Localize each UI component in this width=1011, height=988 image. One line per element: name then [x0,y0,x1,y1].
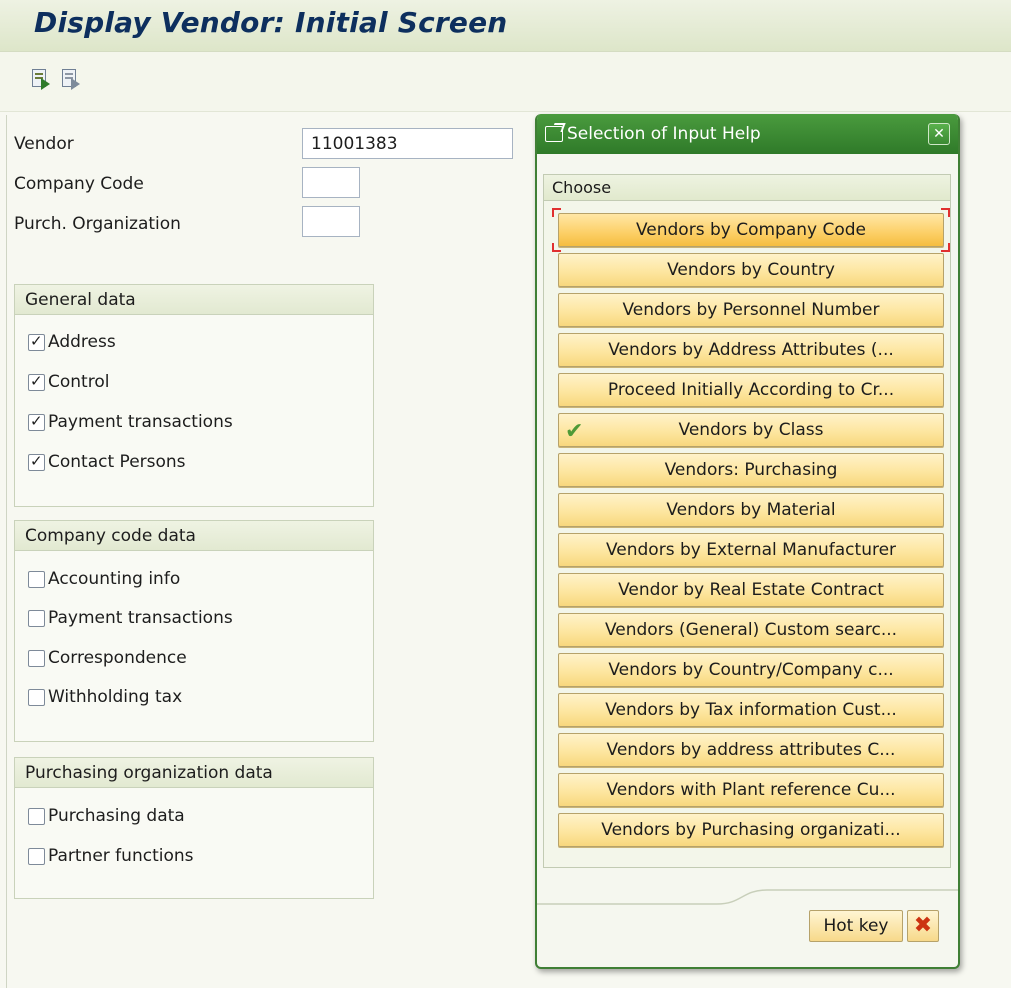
checkbox-box[interactable] [28,332,45,351]
checkbox-label: Withholding tax [48,687,183,707]
checkbox-label: Partner functions [48,846,194,866]
option-vendors-by-country[interactable]: Vendors by Country [558,253,944,287]
purchasing-org-data-title: Purchasing organization data [15,758,373,788]
page-title: Display Vendor: Initial Screen [34,6,508,39]
application-toolbar [0,52,1011,112]
checkbox-box[interactable] [28,452,45,471]
company-code-input[interactable] [302,167,360,198]
checkbox-label: Control [48,372,110,392]
general-data-title: General data [15,285,373,315]
checkbox-box[interactable] [28,688,45,706]
company-code-data-group: Company code data [14,520,374,742]
company-code-data-title: Company code data [15,521,373,551]
option-label: Vendors by Country [667,260,835,280]
option-proceed-initially[interactable]: Proceed Initially According to Cr... [558,373,944,407]
checkbox-box[interactable] [28,412,45,431]
checkbox-box[interactable] [28,847,45,865]
option-vendors-general-custom-search[interactable]: Vendors (General) Custom searc... [558,613,944,647]
option-label: Vendors by Tax information Cust... [605,700,897,720]
checkbox-label: Payment transactions [48,412,233,432]
checkbox-label: Correspondence [48,648,187,668]
checkbox-accounting-info[interactable]: Accounting info [28,569,180,589]
option-label: Vendor by Real Estate Contract [618,580,884,600]
option-vendors-by-purchasing-organization[interactable]: Vendors by Purchasing organizati... [558,813,944,847]
option-vendors-by-address-attributes[interactable]: Vendors by Address Attributes (... [558,333,944,367]
checkbox-label: Payment transactions [48,608,233,628]
checkbox-label: Accounting info [48,569,181,589]
cancel-icon[interactable]: ✖ [907,910,939,942]
checkbox-box[interactable] [28,649,45,667]
checkbox-partner-functions[interactable]: Partner functions [28,846,194,866]
vendor-label: Vendor [14,134,74,154]
checkbox-withholding-tax[interactable]: Withholding tax [28,687,182,707]
checkbox-control[interactable]: Control [28,372,109,392]
option-label: Vendors by address attributes C... [606,740,896,760]
option-label: Vendors: Purchasing [664,460,838,480]
title-bar: Display Vendor: Initial Screen [0,0,1011,52]
option-vendors-by-country-company[interactable]: Vendors by Country/Company c... [558,653,944,687]
option-label: Vendors by Class [678,420,824,440]
checkbox-purchasing-data[interactable]: Purchasing data [28,806,185,826]
option-vendors-by-personnel-number[interactable]: Vendors by Personnel Number [558,293,944,327]
checkbox-box[interactable] [28,372,45,391]
option-vendors-by-address-attributes-custom[interactable]: Vendors by address attributes C... [558,733,944,767]
checkbox-box[interactable] [28,807,45,825]
option-label: Vendors by Address Attributes (... [608,340,894,360]
vendor-input[interactable]: 11001383 [302,128,513,159]
input-help-dialog: Selection of Input Help ✕ Choose Vendors… [535,114,960,969]
option-vendors-with-plant-reference[interactable]: Vendors with Plant reference Cu... [558,773,944,807]
purch-org-label: Purch. Organization [14,214,181,234]
choose-frame: Choose Vendors by Company Code Vendors b… [543,174,951,868]
hot-key-button[interactable]: Hot key [809,910,903,942]
execute-left-icon[interactable] [30,68,52,92]
option-label: Vendors by Company Code [635,220,867,240]
option-label: Vendors by Personnel Number [622,300,880,320]
option-vendors-by-material[interactable]: Vendors by Material [558,493,944,527]
option-vendors-purchasing[interactable]: Vendors: Purchasing [558,453,944,487]
choose-label: Choose [544,175,950,201]
option-label: Vendors by External Manufacturer [605,540,897,560]
focus-marker [552,243,561,252]
checkbox-box[interactable] [28,570,45,588]
option-label: Vendors (General) Custom searc... [604,620,898,640]
checkbox-payment-transactions-general[interactable]: Payment transactions [28,412,233,432]
dialog-header: Selection of Input Help ✕ [537,114,958,154]
option-label: Vendors by Material [666,500,836,520]
focus-marker [941,243,950,252]
option-vendors-by-class[interactable]: ✔ Vendors by Class [558,413,944,447]
checkbox-label: Contact Persons [48,452,186,472]
dialog-title: Selection of Input Help [567,124,761,144]
purch-org-input[interactable] [302,206,360,237]
general-data-group: General data [14,284,374,507]
option-label: Proceed Initially According to Cr... [607,380,895,400]
input-help-icon [545,126,563,142]
close-icon[interactable]: ✕ [928,123,950,145]
checkbox-label: Address [48,332,116,352]
checkmark-icon: ✔ [565,419,584,444]
checkbox-correspondence[interactable]: Correspondence [28,648,187,668]
company-code-label: Company Code [14,174,144,194]
option-vendors-by-external-manufacturer[interactable]: Vendors by External Manufacturer [558,533,944,567]
option-vendors-by-company-code[interactable]: Vendors by Company Code [558,213,944,247]
option-label: Vendors by Country/Company c... [608,660,894,680]
checkbox-box[interactable] [28,609,45,627]
purchasing-org-data-group: Purchasing organization data [14,757,374,899]
checkbox-contact-persons[interactable]: Contact Persons [28,452,186,472]
checkbox-payment-transactions-company[interactable]: Payment transactions [28,608,233,628]
option-label: Vendors with Plant reference Cu... [606,780,896,800]
focus-marker [941,208,950,217]
option-vendors-by-tax-information[interactable]: Vendors by Tax information Cust... [558,693,944,727]
left-divider [6,115,7,988]
option-label: Vendors by Purchasing organizati... [601,820,901,840]
checkbox-label: Purchasing data [48,806,185,826]
execute-right-icon[interactable] [60,68,82,92]
option-vendor-by-real-estate-contract[interactable]: Vendor by Real Estate Contract [558,573,944,607]
focus-marker [552,208,561,217]
checkbox-address[interactable]: Address [28,332,116,352]
